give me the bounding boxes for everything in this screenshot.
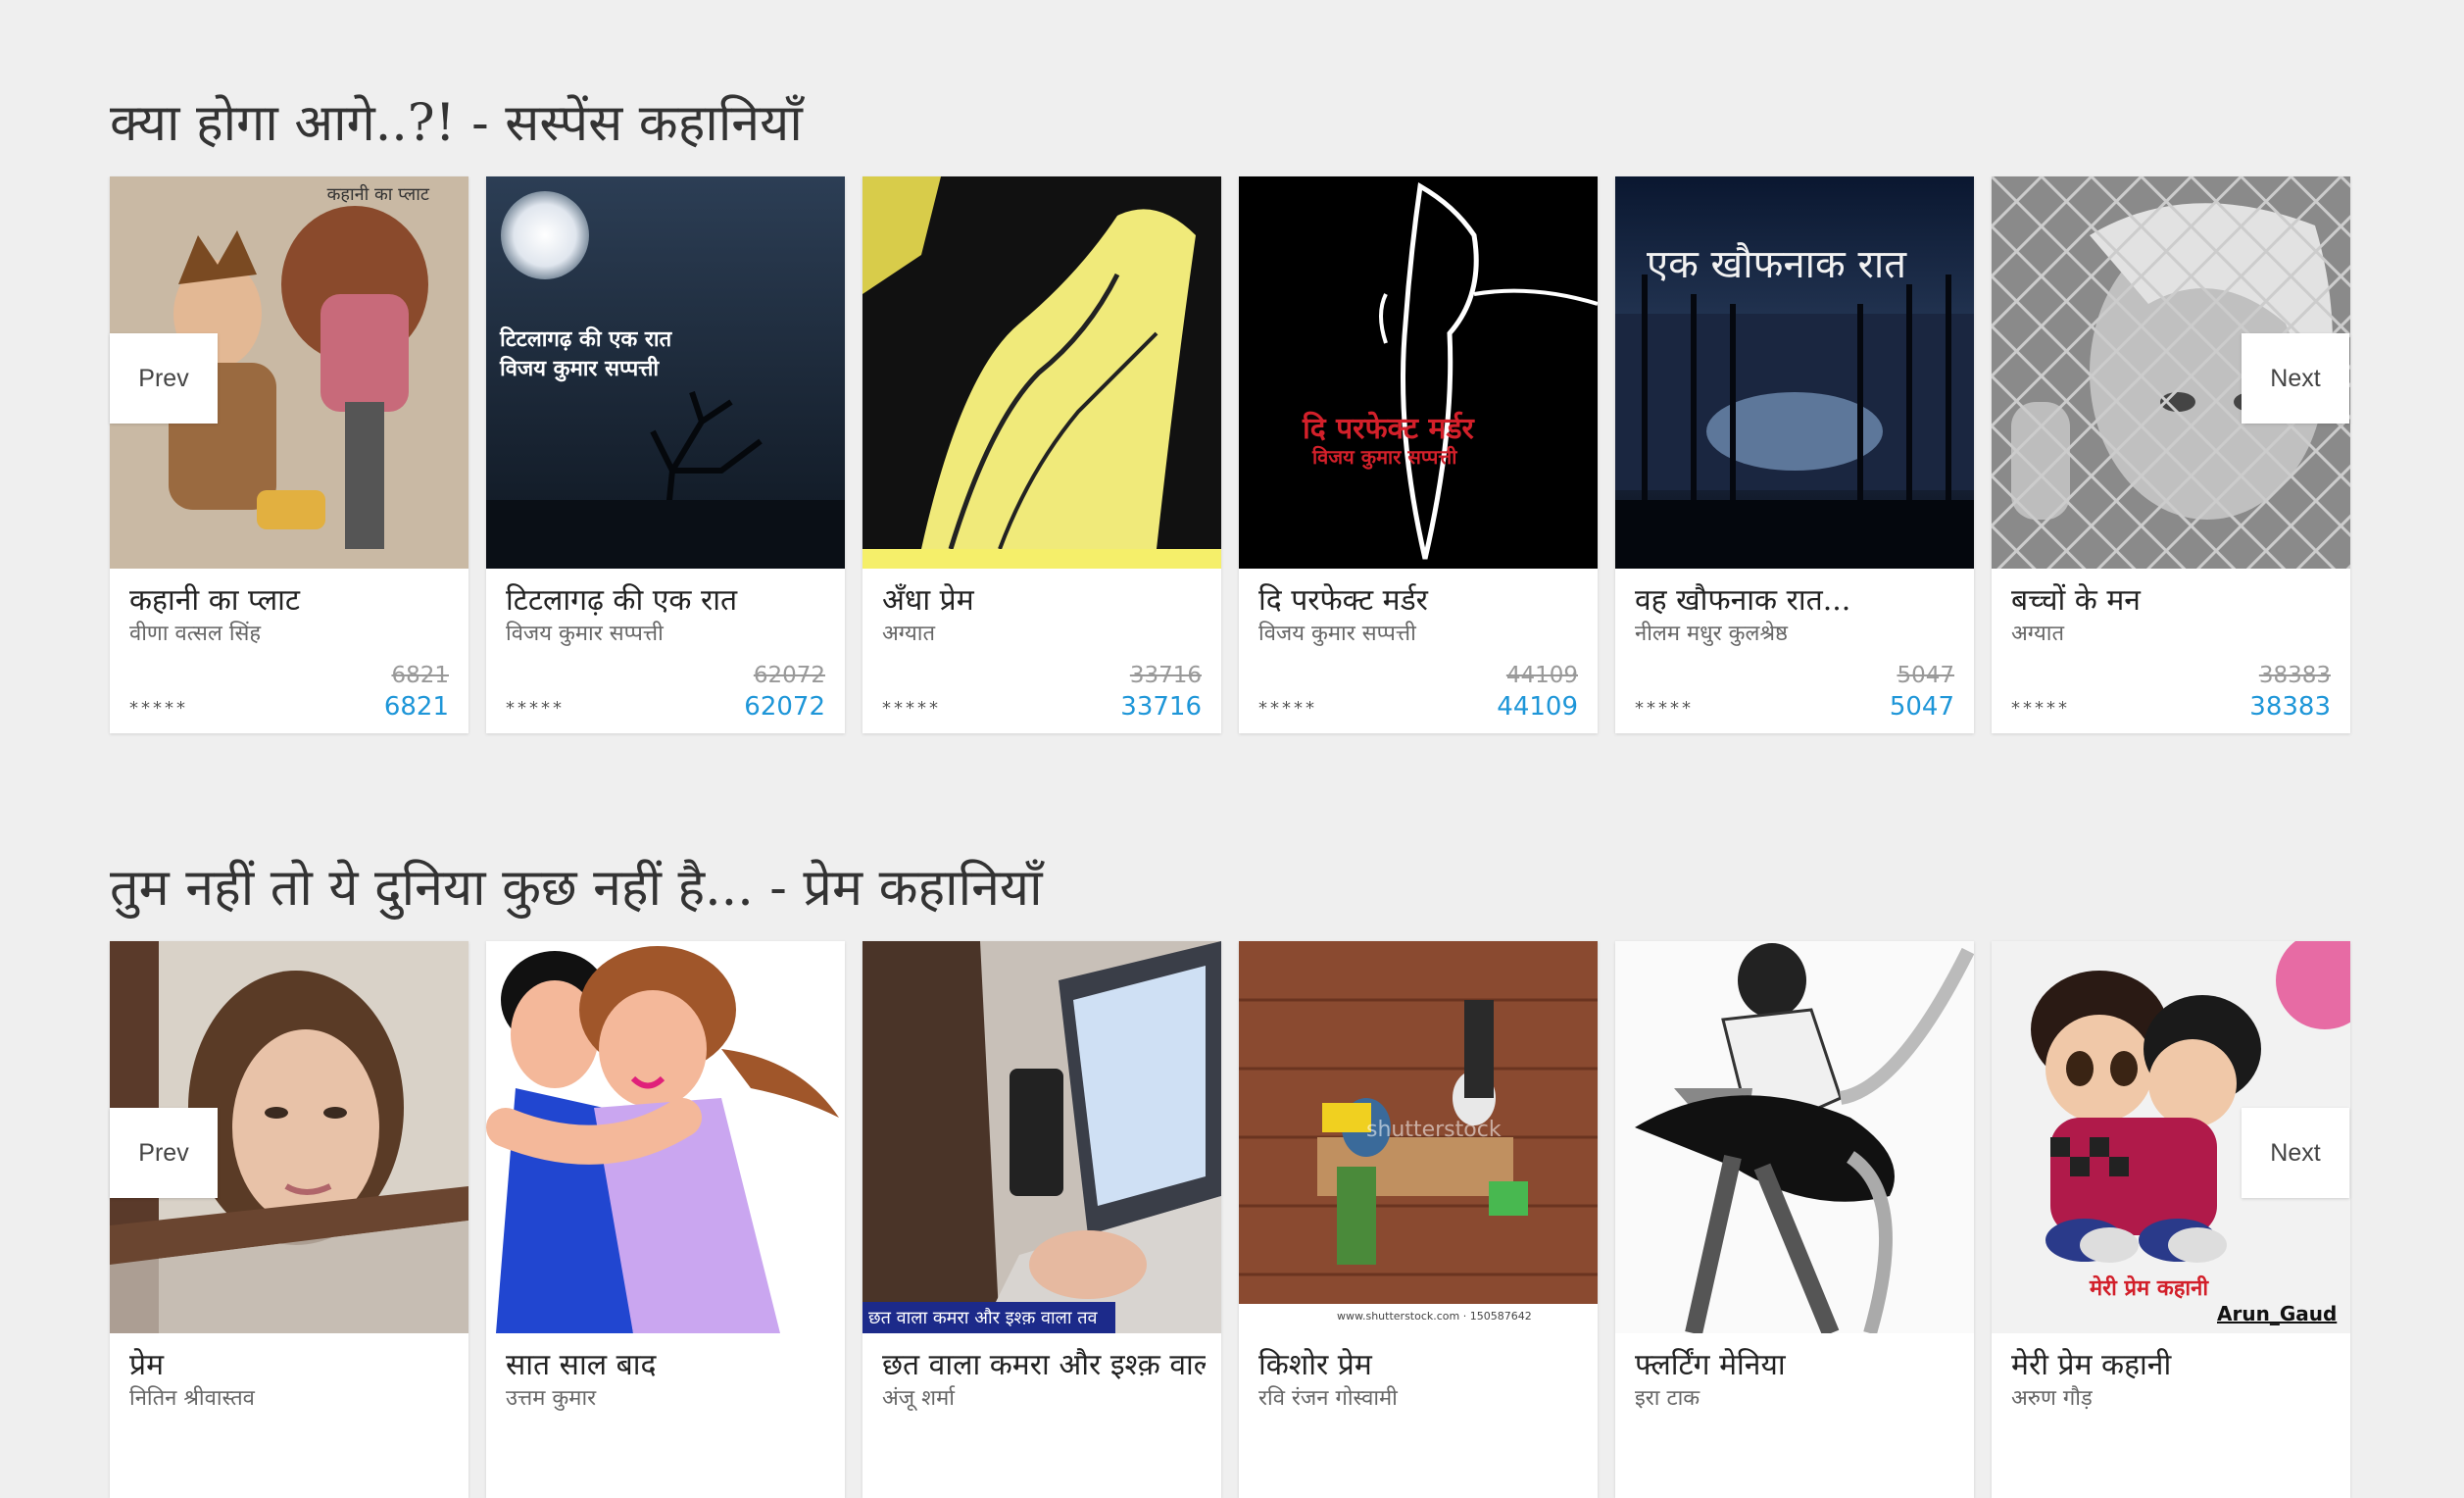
book-author[interactable]: इरा टाक: [1635, 1382, 1958, 1412]
book-title[interactable]: वह खौफनाक रात...: [1635, 578, 1958, 619]
book-card[interactable]: एक खौफनाक रात वह खौफनाक रात... नीलम मधुर…: [1615, 176, 1974, 733]
rating-stars: *****: [882, 698, 941, 719]
book-title[interactable]: कहानी का प्लाट: [129, 578, 453, 619]
book-title[interactable]: छत वाला कमरा और इश्क़ वाला तव: [882, 1343, 1206, 1383]
book-card[interactable]: टिटलागढ़ की एक रात विजय कुमार सप्पत्ती ट…: [486, 176, 845, 733]
cover-caption: दि परफेक्ट मर्डर: [1303, 412, 1474, 446]
book-cover[interactable]: [862, 176, 1221, 569]
book-author[interactable]: उत्तम कुमार: [506, 1382, 829, 1412]
cover-caption: कहानी का प्लाट: [326, 184, 429, 205]
book-cover[interactable]: shutterstock www.shutterstock.com · 1505…: [1239, 941, 1598, 1333]
book-author[interactable]: विजय कुमार सप्पत्ती: [506, 618, 829, 647]
book-card[interactable]: अँधा प्रेम अग्यात 33716 33716 *****: [862, 176, 1221, 733]
rating-stars: *****: [1258, 698, 1317, 719]
book-author[interactable]: विजय कुमार सप्पत्ती: [1258, 618, 1582, 647]
romance-section: तुम नहीं तो ये दुनिया कुछ नहीं है... - प…: [110, 851, 2354, 1498]
view-count: 6821: [383, 692, 449, 722]
rating-stars: *****: [506, 698, 565, 719]
book-card[interactable]: प्रेम नितिन श्रीवास्तव: [110, 941, 468, 1498]
book-card[interactable]: सात साल बाद उत्तम कुमार: [486, 941, 845, 1498]
old-view-count: 38383: [2258, 663, 2331, 688]
book-title[interactable]: दि परफेक्ट मर्डर: [1258, 578, 1582, 619]
book-card[interactable]: shutterstock www.shutterstock.com · 1505…: [1239, 941, 1598, 1498]
book-card[interactable]: छत वाला कमरा और इश्क़ वाला तव छत वाला कम…: [862, 941, 1221, 1498]
book-title[interactable]: प्रेम: [129, 1343, 453, 1383]
book-title[interactable]: मेरी प्रेम कहानी: [2011, 1343, 2335, 1383]
next-button[interactable]: Next: [2242, 333, 2349, 424]
rating-stars: *****: [2011, 698, 2070, 719]
old-view-count: 62072: [753, 663, 825, 688]
cover-caption: एक खौफनाक रात: [1647, 242, 1906, 287]
book-carousel: प्रेम नितिन श्रीवास्तव सात साल बाद उत्तम…: [110, 941, 2354, 1498]
book-author[interactable]: नीलम मधुर कुलश्रेष्ठ: [1635, 618, 1958, 647]
book-title[interactable]: सात साल बाद: [506, 1343, 829, 1383]
book-cover[interactable]: [486, 941, 845, 1333]
cover-caption: www.shutterstock.com · 150587642: [1337, 1310, 1532, 1323]
book-title[interactable]: बच्चों के मन: [2011, 578, 2335, 619]
book-author[interactable]: रवि रंजन गोस्वामी: [1258, 1382, 1582, 1412]
section-title: तुम नहीं तो ये दुनिया कुछ नहीं है... - प…: [110, 859, 1043, 918]
cover-watermark: shutterstock: [1366, 1118, 1502, 1142]
view-count: 5047: [1889, 692, 1954, 722]
cover-caption: टिटलागढ़ की एक रात: [500, 326, 672, 352]
view-count: 44109: [1497, 692, 1578, 722]
old-view-count: 6821: [391, 663, 449, 688]
cover-caption: विजय कुमार सप्पत्ती: [1312, 445, 1457, 469]
book-author[interactable]: नितिन श्रीवास्तव: [129, 1382, 453, 1412]
book-author[interactable]: अग्यात: [2011, 618, 2335, 647]
book-carousel: कहानी का प्लाट कहानी का प्लाट वीणा वत्सल…: [110, 176, 2354, 733]
book-cover[interactable]: [1615, 941, 1974, 1333]
section-title: क्या होगा आगे..?! - सस्पेंस कहानियाँ: [110, 94, 803, 153]
next-button[interactable]: Next: [2242, 1108, 2349, 1198]
prev-button[interactable]: Prev: [110, 333, 218, 424]
book-author[interactable]: अंजू शर्मा: [882, 1382, 1206, 1412]
book-card[interactable]: मेरी प्रेम कहानी Arun_Gaud मेरी प्रेम कह…: [1992, 941, 2350, 1498]
view-count: 33716: [1120, 692, 1202, 722]
rating-stars: *****: [1635, 698, 1694, 719]
book-cover[interactable]: टिटलागढ़ की एक रात विजय कुमार सप्पत्ती: [486, 176, 845, 569]
book-title[interactable]: किशोर प्रेम: [1258, 1343, 1582, 1383]
book-cover[interactable]: दि परफेक्ट मर्डर विजय कुमार सप्पत्ती: [1239, 176, 1598, 569]
book-cover[interactable]: एक खौफनाक रात: [1615, 176, 1974, 569]
book-title[interactable]: टिटलागढ़ की एक रात: [506, 578, 829, 619]
book-card[interactable]: बच्चों के मन अग्यात 38383 38383 *****: [1992, 176, 2350, 733]
book-card[interactable]: फ्लर्टिंग मेनिया इरा टाक: [1615, 941, 1974, 1498]
cover-caption: मेरी प्रेम कहानी: [2090, 1275, 2209, 1301]
cover-signature: Arun_Gaud: [2217, 1302, 2338, 1325]
book-title[interactable]: अँधा प्रेम: [882, 578, 1206, 619]
cover-caption: छत वाला कमरा और इश्क़ वाला तव: [862, 1302, 1115, 1333]
old-view-count: 5047: [1897, 663, 1954, 688]
suspense-section: क्या होगा आगे..?! - सस्पेंस कहानियाँ कहा…: [110, 86, 2354, 733]
old-view-count: 44109: [1505, 663, 1578, 688]
view-count: 38383: [2249, 692, 2331, 722]
book-author[interactable]: अरुण गौड़: [2011, 1382, 2335, 1412]
book-author[interactable]: वीणा वत्सल सिंह: [129, 618, 453, 647]
rating-stars: *****: [129, 698, 188, 719]
book-card[interactable]: दि परफेक्ट मर्डर विजय कुमार सप्पत्ती दि …: [1239, 176, 1598, 733]
view-count: 62072: [744, 692, 825, 722]
book-card[interactable]: कहानी का प्लाट कहानी का प्लाट वीणा वत्सल…: [110, 176, 468, 733]
old-view-count: 33716: [1129, 663, 1202, 688]
book-title[interactable]: फ्लर्टिंग मेनिया: [1635, 1343, 1958, 1383]
book-author[interactable]: अग्यात: [882, 618, 1206, 647]
prev-button[interactable]: Prev: [110, 1108, 218, 1198]
book-cover[interactable]: छत वाला कमरा और इश्क़ वाला तव: [862, 941, 1221, 1333]
cover-caption: विजय कुमार सप्पत्ती: [500, 356, 660, 381]
